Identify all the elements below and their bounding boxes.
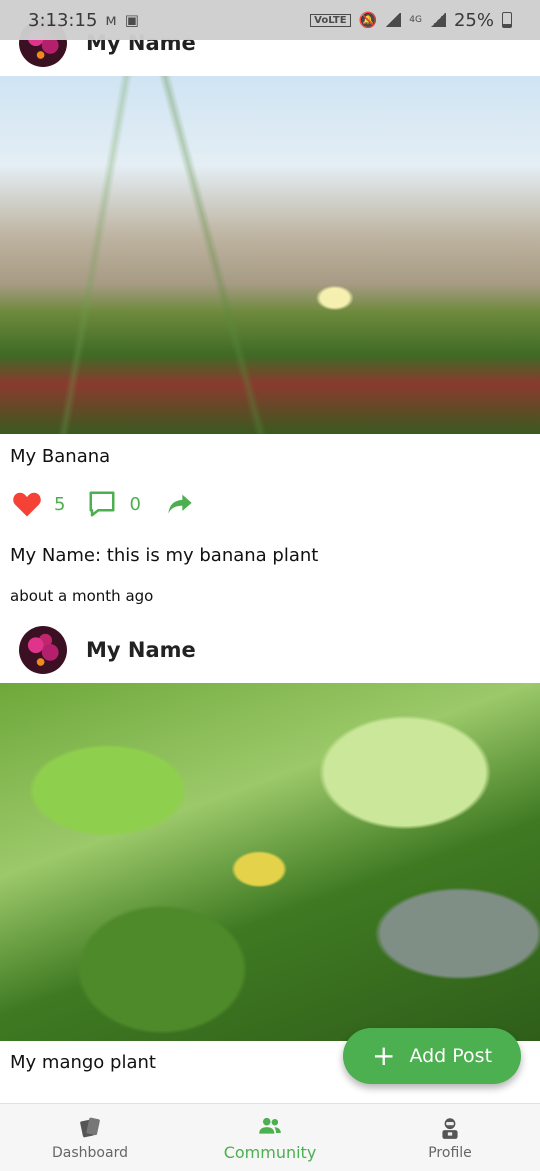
status-time: 3:13:15 — [28, 9, 98, 31]
mute-bell-icon: 🔕 — [358, 11, 378, 29]
post-photo[interactable] — [0, 683, 540, 1041]
add-post-button[interactable]: + Add Post — [343, 1028, 521, 1084]
nav-profile[interactable]: Profile — [360, 1104, 540, 1171]
post-description: My Name: this is my banana plant — [10, 545, 319, 566]
profile-robot-icon — [442, 1117, 458, 1139]
like-count: 5 — [54, 493, 66, 515]
post-title: My mango plant — [10, 1052, 156, 1073]
bottom-navigation: Dashboard Community Profile — [0, 1103, 540, 1171]
comment-count: 0 — [129, 493, 141, 515]
nav-community[interactable]: Community — [180, 1104, 360, 1171]
signal-icon-2 — [429, 13, 446, 27]
post-author[interactable]: My Name — [86, 638, 196, 662]
like-heart-icon[interactable] — [12, 490, 42, 518]
signal-icon — [385, 13, 402, 27]
plus-icon: + — [371, 1039, 396, 1072]
comment-icon[interactable] — [87, 489, 117, 519]
avatar[interactable] — [19, 626, 67, 674]
lte-label: 4G — [409, 15, 422, 25]
post-title: My Banana — [10, 446, 111, 467]
share-icon[interactable] — [165, 490, 195, 518]
post-photo[interactable] — [0, 76, 540, 434]
battery-percent: 25% — [453, 9, 494, 31]
battery-icon — [502, 12, 512, 28]
post-header[interactable]: My Name — [0, 620, 540, 680]
nav-dashboard[interactable]: Dashboard — [0, 1104, 180, 1171]
nav-community-label: Community — [223, 1143, 317, 1162]
nav-profile-label: Profile — [428, 1144, 472, 1161]
status-bar: 3:13:15 ᴍ ▣ VoLTE 🔕 4G 25% — [0, 0, 540, 40]
post-actions: 5 0 — [12, 489, 195, 519]
people-icon — [259, 1117, 281, 1134]
nav-dashboard-label: Dashboard — [52, 1144, 128, 1161]
post-time: about a month ago — [10, 587, 154, 605]
dashboard-cards-icon — [80, 1117, 100, 1137]
maps-m-icon: ᴍ — [105, 11, 117, 29]
volte-badge: VoLTE — [310, 13, 351, 27]
image-icon: ▣ — [124, 11, 139, 29]
add-post-label: Add Post — [409, 1045, 493, 1067]
